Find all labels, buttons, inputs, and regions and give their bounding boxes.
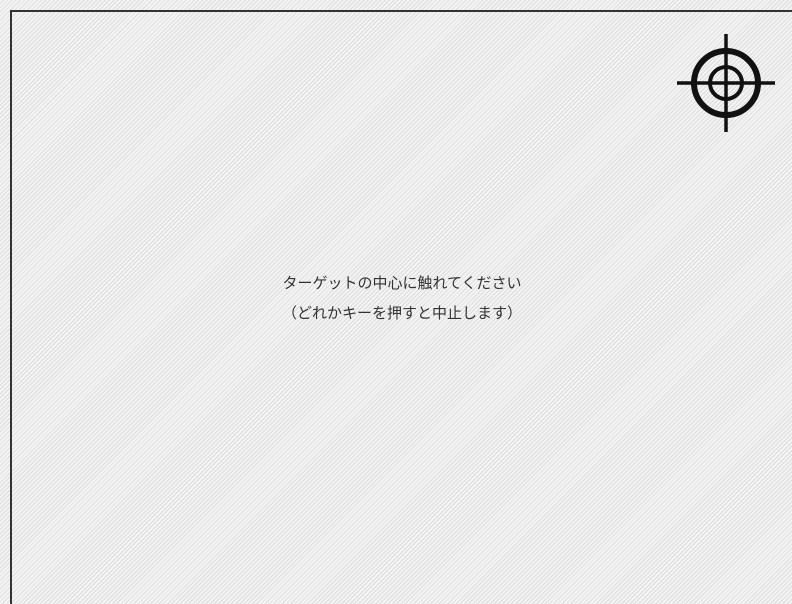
crosshair-icon [677,34,775,132]
calibration-target[interactable] [677,34,775,132]
instruction-line-touch: ターゲットの中心に触れてください [282,274,522,292]
instruction-text: ターゲットの中心に触れてください （どれかキーを押すと中止します） [12,268,792,328]
frame-border-top [10,10,792,12]
instruction-line-cancel: （どれかキーを押すと中止します） [281,304,522,322]
calibration-screen: ターゲットの中心に触れてください （どれかキーを押すと中止します） [0,0,792,604]
